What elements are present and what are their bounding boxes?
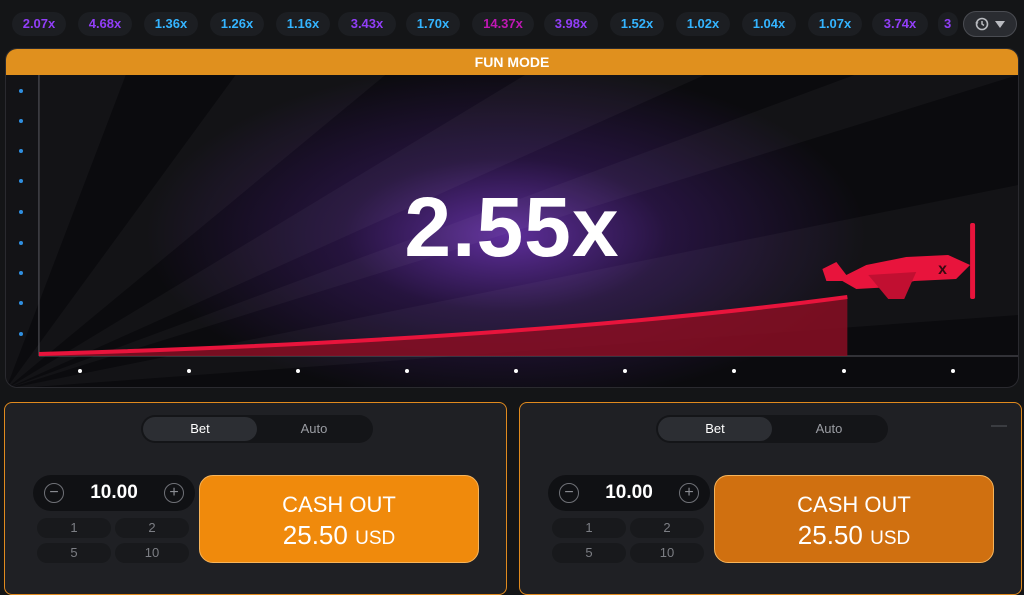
history-multiplier: 3.74x [872, 12, 928, 36]
history-multiplier: 1.36x [144, 12, 198, 36]
increase-button[interactable]: + [164, 483, 184, 503]
cash-out-amount: 25.50 USD [282, 520, 396, 550]
bet-panel-2: Bet Auto 10.00 − + 1 2 5 10 CASH OUT 25.… [519, 402, 1022, 595]
bet-amount-stepper: 10.00 − + [548, 475, 710, 511]
x-axis-dot [187, 369, 191, 373]
history-multiplier: 3.98x [544, 12, 598, 36]
x-axis-dot [514, 369, 518, 373]
tab-bet[interactable]: Bet [143, 417, 257, 441]
y-axis-dot [19, 210, 23, 214]
remove-panel-button[interactable] [991, 425, 1007, 427]
game-area: FUN MODE x 2.55x [5, 48, 1019, 388]
bet-tabs: Bet Auto [141, 415, 373, 443]
tab-auto[interactable]: Auto [772, 417, 886, 441]
quick-amount-button[interactable]: 1 [37, 518, 111, 538]
tab-auto[interactable]: Auto [257, 417, 371, 441]
cash-out-button[interactable]: CASH OUT 25.50 USD [714, 475, 994, 563]
y-axis-dot [19, 179, 23, 183]
x-axis-dot [951, 369, 955, 373]
x-axis-dot [405, 369, 409, 373]
fun-mode-banner: FUN MODE [6, 49, 1018, 75]
y-axis-dot [19, 271, 23, 275]
y-axis-dot [19, 119, 23, 123]
history-icon [975, 17, 989, 31]
history-multiplier: 1.02x [676, 12, 730, 36]
history-multiplier: 3.43x [338, 12, 396, 36]
history-multiplier: 4.68x [78, 12, 132, 36]
history-multiplier: 14.37x [472, 12, 534, 36]
currency: USD [355, 528, 396, 549]
chevron-down-icon [995, 21, 1005, 28]
quick-amount-button[interactable]: 10 [115, 543, 189, 563]
history-multiplier: 1.16x [276, 12, 330, 36]
history-multiplier: 1.07x [808, 12, 862, 36]
cash-out-button[interactable]: CASH OUT 25.50 USD [199, 475, 479, 563]
y-axis-dot [19, 89, 23, 93]
y-axis-dot [19, 241, 23, 245]
history-multiplier: 1.52x [610, 12, 664, 36]
x-axis-dot [623, 369, 627, 373]
y-axis-dot [19, 332, 23, 336]
quick-amount-button[interactable]: 2 [115, 518, 189, 538]
cash-out-label: CASH OUT [282, 492, 396, 517]
history-multiplier: 1.26x [210, 12, 264, 36]
bet-panel-1: Bet Auto 10.00 − + 1 2 5 10 CASH OUT 25.… [4, 402, 507, 595]
x-axis-dot [842, 369, 846, 373]
increase-button[interactable]: + [679, 483, 699, 503]
quick-amount-button[interactable]: 5 [37, 543, 111, 563]
history-button[interactable] [963, 11, 1017, 37]
currency: USD [870, 528, 911, 549]
bet-tabs: Bet Auto [656, 415, 888, 443]
x-axis-dot [78, 369, 82, 373]
history-multiplier: 1.04x [742, 12, 796, 36]
history-multiplier: 1.70x [406, 12, 460, 36]
multiplier-history: 2.07x 4.68x 1.36x 1.26x 1.16x 3.43x 1.70x 14.37… [0, 0, 1024, 46]
quick-amount-button[interactable]: 1 [552, 518, 626, 538]
quick-amount-button[interactable]: 5 [552, 543, 626, 563]
decrease-button[interactable]: − [44, 483, 64, 503]
cash-out-amount: 25.50 USD [797, 520, 911, 550]
tab-bet[interactable]: Bet [658, 417, 772, 441]
history-multiplier: 3 [938, 12, 958, 36]
x-axis-dot [732, 369, 736, 373]
y-axis-dot [19, 149, 23, 153]
cash-out-label: CASH OUT [797, 492, 911, 517]
quick-amount-button[interactable]: 2 [630, 518, 704, 538]
history-multiplier: 2.07x [12, 12, 66, 36]
y-axis-dot [19, 301, 23, 305]
decrease-button[interactable]: − [559, 483, 579, 503]
x-axis-dot [296, 369, 300, 373]
quick-amount-button[interactable]: 10 [630, 543, 704, 563]
current-multiplier: 2.55x [404, 180, 620, 274]
bet-amount-stepper: 10.00 − + [33, 475, 195, 511]
